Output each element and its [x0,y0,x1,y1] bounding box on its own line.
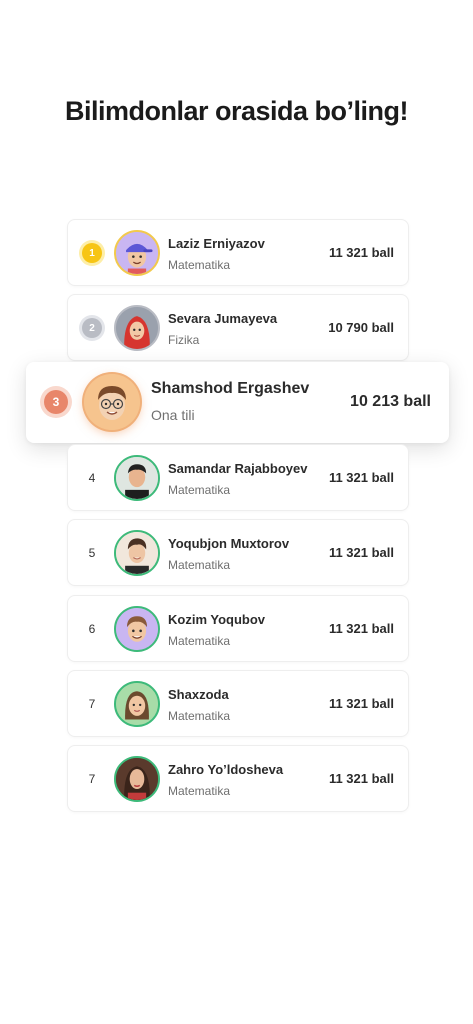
rank-silver-medal-icon: 2 [82,318,102,338]
participant-score: 11 321 ball [328,245,394,260]
avatar [114,606,160,652]
page-title: Bilimdonlar orasida bo’ling! [64,96,409,126]
participant-name: Shaxzoda [168,687,229,702]
participant-name: Samandar Rajabboyev [168,461,308,476]
leaderboard-row-7[interactable]: 7 Shaxzoda Matematika 11 321 ball [67,670,409,737]
participant-subject: Matematika [168,258,231,272]
memoji-girl-avatar-icon [116,683,158,725]
participant-subject: Fizika [168,333,200,347]
leaderboard-row-2[interactable]: 2 Sevara Jumayeva Fizika 10 790 ball [67,294,409,361]
photo-avatar-icon [116,457,158,499]
participant-subject: Matematika [168,483,231,497]
memoji-avatar-icon [116,608,158,650]
participant-subject: Matematika [168,558,231,572]
leaderboard-row-5[interactable]: 5 Yoqubjon Muxtorov Matematika 11 321 ba… [67,519,409,586]
leaderboard-row-8[interactable]: 7 Zahro Yo’ldosheva Matematika 11 321 ba… [67,745,409,812]
avatar [114,455,160,501]
participant-score: 11 321 ball [328,545,394,560]
rank-bronze-medal-icon: 3 [44,390,68,414]
leaderboard-screen: Bilimdonlar orasida bo’ling! 1 Laziz Ern… [0,0,473,1024]
rank-number: 7 [88,697,96,711]
participant-subject: Matematika [168,784,231,798]
participant-name: Yoqubjon Muxtorov [168,536,290,551]
leaderboard-row-6[interactable]: 6 Kozim Yoqubov Matematika 11 321 ball [67,595,409,662]
avatar [114,756,160,802]
participant-score: 10 790 ball [328,320,394,335]
participant-score: 11 321 ball [328,696,394,711]
participant-score: 11 321 ball [328,470,394,485]
participant-score: 11 321 ball [328,621,394,636]
participant-name: Shamshod Ergashev [151,380,310,397]
photo-avatar-icon [116,758,158,800]
avatar [114,530,160,576]
participant-subject: Matematika [168,709,231,723]
avatar [114,305,160,351]
rank-number: 4 [88,471,96,485]
participant-subject: Matematika [168,634,231,648]
rank-number: 5 [88,546,96,560]
participant-name: Laziz Erniyazov [168,236,265,251]
participant-score: 10 213 ball [350,393,431,410]
participant-subject: Ona tili [151,407,195,423]
leaderboard-row-4[interactable]: 4 Samandar Rajabboyev Matematika 11 321 … [67,444,409,511]
memoji-boy-cap-icon [116,232,158,274]
participant-name: Zahro Yo’ldosheva [168,762,284,777]
leaderboard-row-3-highlighted[interactable]: 3 Shamshod Ergashev Ona tili 10 213 ball [26,362,449,443]
participant-name: Sevara Jumayeva [168,311,278,326]
participant-score: 11 321 ball [328,771,394,786]
photo-avatar-icon [116,532,158,574]
participant-name: Kozim Yoqubov [168,612,266,627]
rank-number: 7 [88,772,96,786]
avatar [114,681,160,727]
memoji-boy-glasses-icon [84,374,140,430]
rank-gold-medal-icon: 1 [82,243,102,263]
avatar [114,230,160,276]
memoji-girl-hijab-icon [116,307,158,349]
leaderboard-row-1[interactable]: 1 Laziz Erniyazov Matematika 11 321 ball [67,219,409,286]
avatar [84,374,140,430]
rank-number: 6 [88,622,96,636]
